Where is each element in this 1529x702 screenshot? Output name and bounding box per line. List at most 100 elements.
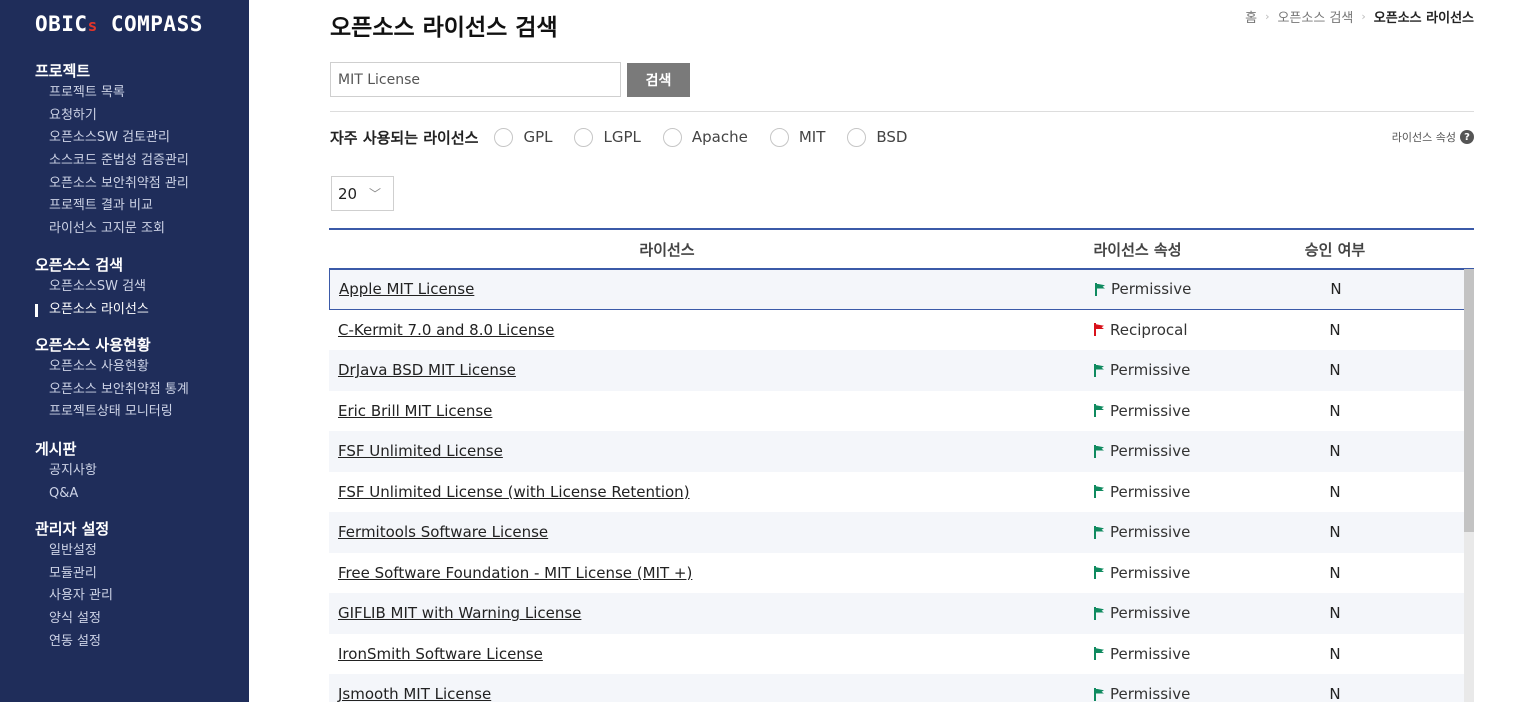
nav-section-title[interactable]: 오픈소스 사용현황 (35, 334, 189, 356)
flag-icon (1093, 404, 1104, 418)
license-attribute-link[interactable]: 라이선스 속성 ? (1392, 129, 1474, 145)
table-row[interactable]: DrJava BSD MIT License Permissive N (329, 350, 1474, 391)
sidebar-item[interactable]: 프로젝트 목록 (35, 82, 189, 105)
license-name-link[interactable]: DrJava BSD MIT License (329, 361, 1005, 379)
license-attribute-label: Permissive (1110, 563, 1191, 582)
radio-apache[interactable]: Apache (662, 127, 748, 147)
flag-icon (1093, 444, 1104, 458)
sidebar-item[interactable]: 일반설정 (35, 540, 113, 563)
license-attribute-cell: Permissive (1005, 402, 1270, 420)
logo[interactable]: OBICs COMPASS (35, 12, 203, 36)
breadcrumb-separator-icon: › (1265, 10, 1270, 23)
nav-section-title[interactable]: 관리자 설정 (35, 518, 113, 540)
table-row[interactable]: Fermitools Software License Permissive N (329, 512, 1474, 553)
approval-status: N (1329, 523, 1341, 542)
sidebar-item[interactable]: 오픈소스 보안취약점 관리 (35, 173, 189, 196)
license-name-link[interactable]: FSF Unlimited License (329, 442, 1005, 460)
license-name-link[interactable]: Eric Brill MIT License (329, 402, 1005, 420)
radio-bsd[interactable]: BSD (847, 127, 908, 147)
table-row[interactable]: Jsmooth MIT License Permissive N (329, 674, 1474, 702)
sidebar-item[interactable]: 모듈관리 (35, 563, 113, 586)
license-attribute-cell: Permissive (1005, 564, 1270, 582)
nav-section-title[interactable]: 게시판 (35, 438, 97, 460)
nav-section: 오픈소스 사용현황 오픈소스 사용현황 오픈소스 보안취약점 통계 프로젝트상태 모니… (35, 334, 189, 424)
license-attribute-label: 라이선스 속성 (1391, 131, 1456, 144)
breadcrumb-home[interactable]: 홈 (1245, 7, 1257, 26)
table-row[interactable]: Apple MIT License Permissive N (329, 269, 1474, 310)
radio-circle-icon[interactable] (769, 127, 789, 147)
license-attribute-cell: Permissive (1005, 604, 1270, 622)
radio-mit[interactable]: MIT (769, 127, 825, 147)
table-row[interactable]: C-Kermit 7.0 and 8.0 License Reciprocal N (329, 310, 1474, 351)
chevron-down-icon: ﹀ (368, 187, 381, 201)
radio-circle-icon[interactable] (494, 127, 514, 147)
search-button[interactable]: 검색 (627, 63, 690, 97)
sidebar-item[interactable]: 오픈소스SW 검토관리 (35, 127, 189, 150)
sidebar-item[interactable]: Q&A (35, 483, 97, 506)
approval-status: N (1329, 482, 1341, 501)
license-attribute-cell: Reciprocal (1005, 321, 1270, 339)
sidebar-item[interactable]: 프로젝트상태 모니터링 (35, 401, 189, 424)
approval-status: N (1329, 401, 1341, 420)
scrollbar[interactable] (1464, 269, 1474, 702)
radio-gpl[interactable]: GPL (494, 127, 552, 147)
sidebar-item[interactable]: 연동 설정 (35, 631, 113, 654)
sidebar-item[interactable]: 오픈소스 사용현황 (35, 356, 189, 379)
column-header-approval[interactable]: 승인 여부 (1270, 239, 1400, 260)
sidebar-item[interactable]: 라이선스 고지문 조회 (35, 218, 189, 241)
nav-section-title[interactable]: 프로젝트 (35, 60, 189, 82)
license-name-link[interactable]: C-Kermit 7.0 and 8.0 License (329, 321, 1005, 339)
license-name-link[interactable]: Free Software Foundation - MIT License (… (329, 564, 1005, 582)
radio-circle-icon[interactable] (662, 127, 682, 147)
sidebar-item[interactable]: 오픈소스 보안취약점 통계 (35, 379, 189, 402)
sidebar-item[interactable]: 요청하기 (35, 105, 189, 128)
search-input[interactable] (330, 62, 621, 97)
sidebar-item[interactable]: 오픈소스 라이선스 (35, 299, 149, 322)
approval-status: N (1329, 604, 1341, 623)
table-row[interactable]: FSF Unlimited License Permissive N (329, 431, 1474, 472)
sidebar-item[interactable]: 오픈소스SW 검색 (35, 276, 149, 299)
table-row[interactable]: Free Software Foundation - MIT License (… (329, 553, 1474, 594)
radio-circle-icon[interactable] (847, 127, 867, 147)
help-icon[interactable]: ? (1460, 130, 1474, 144)
license-attribute-label: Permissive (1110, 482, 1191, 501)
radio-label: Apache (691, 128, 748, 146)
license-attribute-cell: Permissive (1005, 645, 1270, 663)
license-attribute-label: Permissive (1110, 604, 1191, 623)
table-row[interactable]: FSF Unlimited License (with License Rete… (329, 472, 1474, 513)
nav-section-title[interactable]: 오픈소스 검색 (35, 254, 149, 276)
nav-section: 게시판 공지사항 Q&A (35, 438, 97, 505)
scrollbar-thumb[interactable] (1464, 269, 1474, 532)
license-name-link[interactable]: Apple MIT License (330, 280, 1006, 298)
radio-circle-icon[interactable] (574, 127, 594, 147)
license-name-link[interactable]: FSF Unlimited License (with License Rete… (329, 483, 1005, 501)
radio-label: BSD (876, 128, 908, 146)
license-attribute-label: Permissive (1110, 523, 1191, 542)
table-row[interactable]: IronSmith Software License Permissive N (329, 634, 1474, 675)
license-table: 라이선스 라이선스 속성 승인 여부 Apple MIT License Perm… (329, 228, 1474, 702)
license-name-link[interactable]: Jsmooth MIT License (329, 685, 1005, 702)
approval-status: N (1330, 280, 1342, 299)
page-size-select[interactable]: 20 ﹀ (331, 176, 394, 211)
sidebar-item[interactable]: 프로젝트 결과 비교 (35, 195, 189, 218)
sidebar-item[interactable]: 사용자 관리 (35, 585, 113, 608)
breadcrumb-opensource-search[interactable]: 오픈소스 검색 (1277, 7, 1353, 26)
sidebar-item[interactable]: 소스코드 준법성 검증관리 (35, 150, 189, 173)
license-name-link[interactable]: GIFLIB MIT with Warning License (329, 604, 1005, 622)
license-attribute-label: Permissive (1111, 280, 1192, 299)
table-row[interactable]: GIFLIB MIT with Warning License Permissiv… (329, 593, 1474, 634)
breadcrumb-separator-icon: › (1361, 10, 1366, 23)
flag-icon (1093, 647, 1104, 661)
table-header: 라이선스 라이선스 속성 승인 여부 (329, 228, 1474, 269)
sidebar-item[interactable]: 양식 설정 (35, 608, 113, 631)
table-body: Apple MIT License Permissive N C-Kermit 7.0… (329, 269, 1474, 702)
table-row[interactable]: Eric Brill MIT License Permissive N (329, 391, 1474, 432)
license-name-link[interactable]: IronSmith Software License (329, 645, 1005, 663)
license-name-link[interactable]: Fermitools Software License (329, 523, 1005, 541)
approval-status: N (1329, 442, 1341, 461)
radio-lgpl[interactable]: LGPL (574, 127, 641, 147)
column-header-attribute[interactable]: 라이선스 속성 (1005, 239, 1270, 260)
column-header-license[interactable]: 라이선스 (329, 239, 1005, 260)
sidebar-item[interactable]: 공지사항 (35, 460, 97, 483)
page-size-value: 20 (338, 184, 358, 203)
